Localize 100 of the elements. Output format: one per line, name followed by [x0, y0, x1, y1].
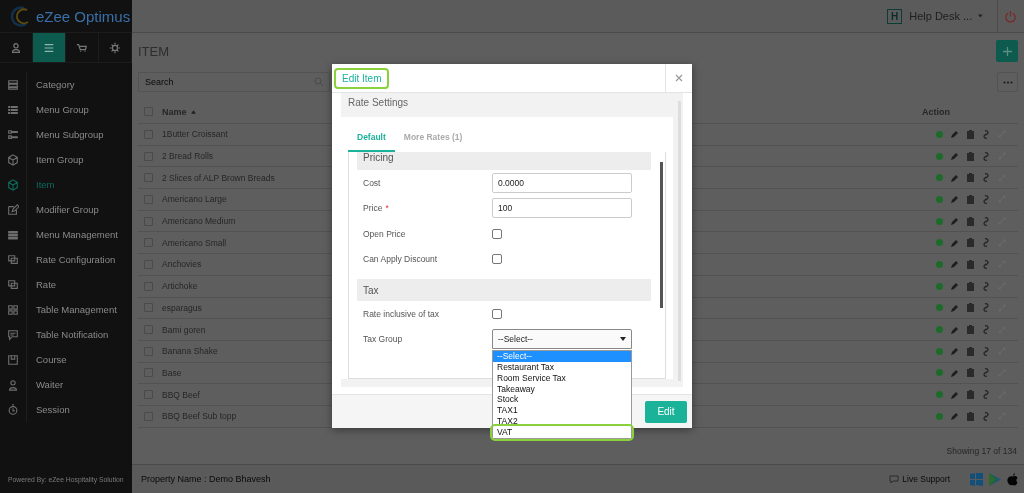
more-button[interactable]: [997, 72, 1018, 92]
input-field[interactable]: 0.0000: [492, 172, 632, 193]
status-dot[interactable]: [936, 130, 943, 138]
status-dot[interactable]: [936, 195, 943, 203]
required-mark: *: [385, 203, 389, 214]
sidebar-item[interactable]: Waiter: [36, 379, 64, 390]
pencil-icon[interactable]: [951, 325, 959, 334]
status-dot[interactable]: [936, 304, 943, 312]
input-field[interactable]: 100: [492, 198, 632, 219]
dropdown-option[interactable]: Room Service Tax: [493, 372, 631, 384]
person-icon: [7, 378, 19, 391]
tax-group-select[interactable]: --Select--: [492, 329, 632, 350]
add-button[interactable]: [996, 40, 1018, 62]
plus-icon: [1002, 46, 1012, 56]
person-icon: [10, 41, 22, 54]
pencil-icon[interactable]: [951, 412, 959, 421]
sidebar-item[interactable]: Rate: [36, 279, 57, 290]
sidebar-item[interactable]: Table Notification: [36, 329, 109, 340]
status-dot[interactable]: [936, 152, 943, 160]
clock-icon: [7, 403, 19, 416]
caret-icon: [620, 337, 626, 342]
dropdown-option[interactable]: VAT: [493, 426, 631, 438]
clipboard-icon[interactable]: [967, 238, 974, 248]
status-dot[interactable]: [936, 174, 943, 182]
rows-icon: [7, 78, 19, 91]
sort-icon: [190, 109, 196, 114]
sidebar-item[interactable]: Item: [36, 179, 55, 190]
status-dot[interactable]: [936, 217, 943, 225]
pencil-icon[interactable]: [951, 303, 959, 312]
sidebar-item[interactable]: Category: [36, 79, 75, 90]
status-dot[interactable]: [936, 347, 943, 355]
clipboard-icon[interactable]: [967, 194, 974, 204]
menu-icon: [7, 228, 19, 241]
pencil-icon[interactable]: [951, 217, 959, 226]
checkbox[interactable]: [492, 308, 502, 319]
menu-icon: [43, 41, 55, 54]
cards-icon: [7, 253, 19, 266]
pencil-icon[interactable]: [951, 368, 959, 377]
sidebar-item[interactable]: Menu Group: [36, 104, 89, 115]
power-icon[interactable]: [1004, 9, 1018, 23]
pencil-icon[interactable]: [951, 282, 959, 291]
dropdown-option[interactable]: Restaurant Tax: [493, 362, 631, 373]
sidebar-tab[interactable]: [33, 33, 66, 62]
gear-icon: [109, 41, 121, 54]
dropdown-option[interactable]: TAX2: [493, 416, 631, 427]
status-dot[interactable]: [936, 260, 943, 268]
sidebar-item[interactable]: Table Management: [36, 304, 117, 315]
field-label: Cost: [363, 177, 381, 188]
sidebar-item[interactable]: Rate Configuration: [36, 254, 116, 265]
clipboard-icon[interactable]: [967, 151, 974, 161]
windows-icon[interactable]: [970, 472, 983, 486]
section-header: Pricing: [363, 152, 394, 163]
clipboard-icon[interactable]: [967, 390, 974, 400]
status-dot[interactable]: [936, 391, 943, 399]
pencil-icon[interactable]: [951, 195, 959, 204]
clipboard-icon[interactable]: [967, 129, 974, 139]
pencil-icon[interactable]: [951, 238, 959, 247]
status-dot[interactable]: [936, 326, 943, 334]
clipboard-icon[interactable]: [967, 411, 974, 421]
dropdown-option[interactable]: Stock: [493, 394, 631, 406]
dropdown-option[interactable]: Takeaway: [493, 383, 631, 395]
clipboard-icon[interactable]: [967, 259, 974, 269]
logo-text: eZee Optimus: [36, 7, 131, 25]
search-field[interactable]: Search: [138, 72, 330, 92]
status-dot[interactable]: [936, 239, 943, 247]
clipboard-icon[interactable]: [967, 325, 974, 335]
pencil-icon[interactable]: [951, 347, 959, 356]
clipboard-icon[interactable]: [967, 173, 974, 183]
play-store-icon[interactable]: [989, 472, 1001, 486]
sidebar-item[interactable]: Menu Management: [36, 229, 118, 240]
pencil-icon[interactable]: [951, 173, 959, 182]
edit-icon: [7, 203, 19, 216]
more-icon: [1002, 80, 1013, 84]
chat-icon: [7, 328, 19, 341]
caret-icon: [978, 14, 983, 18]
dropdown-option[interactable]: TAX1: [493, 405, 631, 417]
clipboard-icon[interactable]: [967, 303, 974, 313]
clipboard-icon[interactable]: [967, 216, 974, 226]
sidebar-item[interactable]: Modifier Group: [36, 204, 99, 215]
checkbox[interactable]: [492, 228, 502, 239]
dropdown-option[interactable]: --Select--: [493, 351, 631, 363]
sidebar-item[interactable]: Item Group: [36, 154, 84, 165]
status-dot[interactable]: [936, 369, 943, 377]
chat-icon[interactable]: [889, 474, 900, 484]
status-dot[interactable]: [936, 282, 943, 290]
clipboard-icon[interactable]: [967, 281, 974, 291]
scrollbar[interactable]: [660, 162, 663, 308]
clipboard-icon[interactable]: [967, 346, 974, 356]
sidebar-item[interactable]: Menu Subgroup: [36, 129, 104, 140]
clipboard-icon[interactable]: [967, 368, 974, 378]
pencil-icon[interactable]: [951, 152, 959, 161]
sidebar-item[interactable]: Course: [36, 354, 67, 365]
pencil-icon[interactable]: [951, 130, 959, 139]
checkbox[interactable]: [492, 254, 502, 265]
pencil-icon[interactable]: [951, 260, 959, 269]
apple-icon[interactable]: [1007, 472, 1018, 486]
close-icon[interactable]: [675, 74, 683, 82]
sidebar-item[interactable]: Session: [36, 404, 70, 415]
status-dot[interactable]: [936, 412, 943, 420]
pencil-icon[interactable]: [951, 390, 959, 399]
